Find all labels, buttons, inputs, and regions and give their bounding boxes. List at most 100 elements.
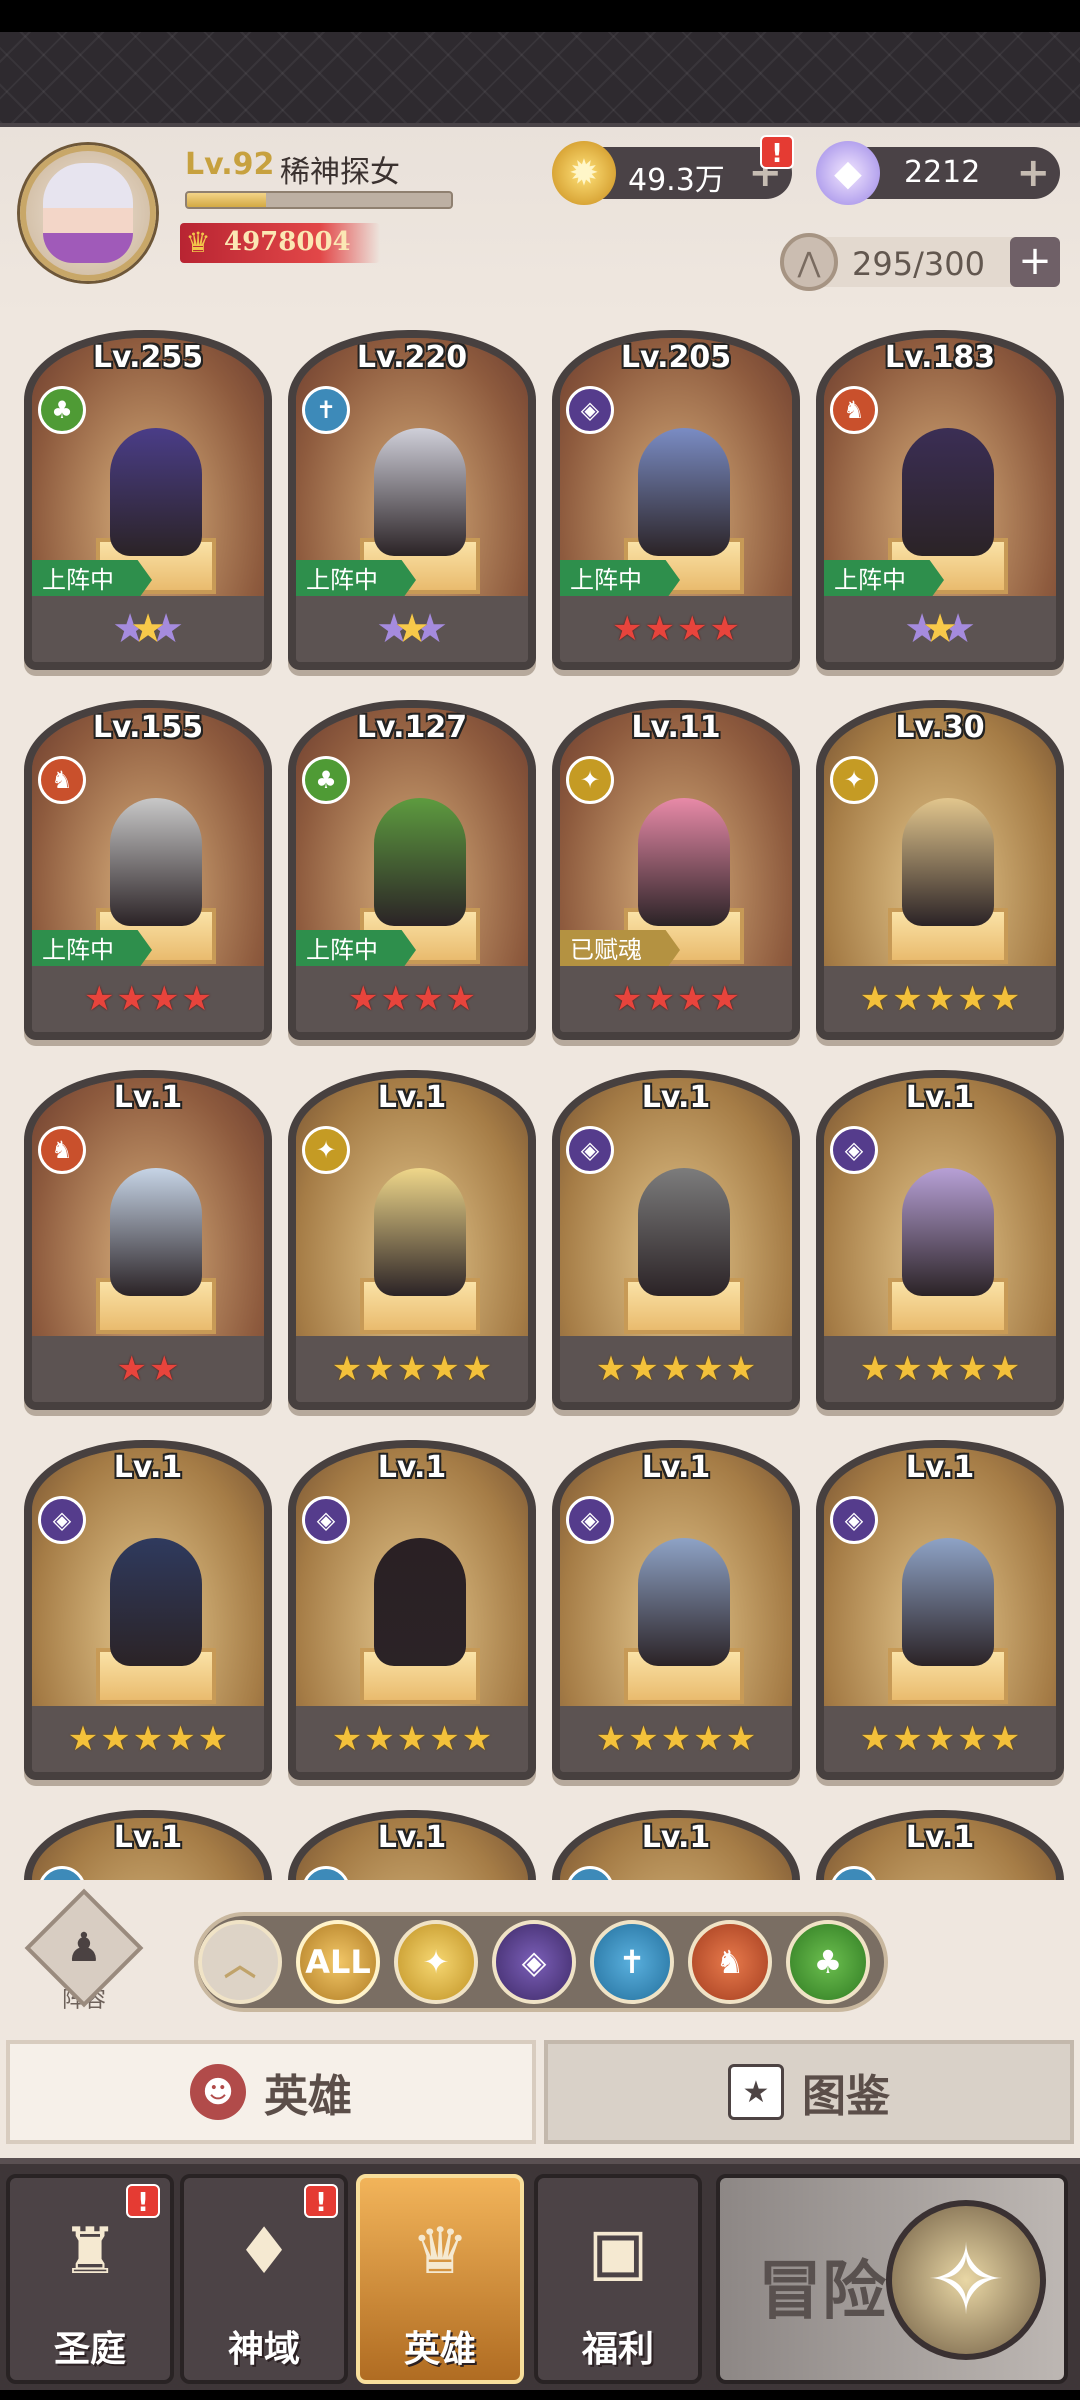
hero-level: Lv.1 <box>377 1080 447 1115</box>
star-icon: ★ <box>989 979 1021 1019</box>
hero-level: Lv.255 <box>92 340 204 375</box>
hero-portrait <box>374 428 466 556</box>
star-icon: ★ <box>67 1719 99 1759</box>
tab-heroes[interactable]: ☻ 英雄 <box>6 2040 536 2144</box>
player-avatar[interactable] <box>20 145 156 281</box>
dark-faction-icon: ◈ <box>566 1496 614 1544</box>
expand-slots-button[interactable]: + <box>1010 237 1060 287</box>
hero-card[interactable]: Lv.1 ◈ ★ ★ ★ ★ ★ <box>552 1440 800 1780</box>
hero-card[interactable]: Lv.1 ♞ ★ ★ <box>24 1070 272 1410</box>
star-icon: ★ <box>859 1719 891 1759</box>
hero-card[interactable]: Lv.1 ◈ ★ ★ ★ ★ ★ <box>24 1440 272 1780</box>
star-icon: ★ <box>693 1349 724 1389</box>
tab-codex[interactable]: ★ 图鉴 <box>544 2040 1074 2144</box>
star-book-icon: ★ <box>728 2064 784 2120</box>
star-icon: ★ <box>181 979 212 1019</box>
hero-level: Lv.1 <box>641 1820 711 1855</box>
hero-portrait <box>110 798 202 926</box>
star-icon: ★ <box>197 1719 229 1759</box>
star-icon: ★ <box>149 1349 180 1389</box>
combat-power: ♛ 4978004 <box>180 223 380 263</box>
dark-faction-icon: ◈ <box>566 1126 614 1174</box>
hero-card[interactable]: Lv.205 ◈ 上阵中 ★ ★ ★ ★ <box>552 330 800 670</box>
filter-light-button[interactable]: ✦ <box>394 1920 478 2004</box>
hero-card[interactable]: Lv.1 ✦ ★ ★ ★ ★ ★ <box>288 1070 536 1410</box>
hero-card[interactable]: Lv.1✝ <box>816 1810 1064 1880</box>
divine-alert-badge: ! <box>304 2184 338 2218</box>
hero-card[interactable]: Lv.1 ◈ ★ ★ ★ ★ ★ <box>288 1440 536 1780</box>
filter-holy-button[interactable]: ✝ <box>590 1920 674 2004</box>
filter-dark-button[interactable]: ◈ <box>492 1920 576 2004</box>
star-icon: ★ <box>595 1349 627 1389</box>
light-faction-icon: ✦ <box>830 756 878 804</box>
hero-stars: ★ ★ ★ ★ ★ <box>296 1336 528 1402</box>
star-icon: ★ <box>380 979 411 1019</box>
hero-card[interactable]: Lv.1 ◈ ★ ★ ★ ★ ★ <box>816 1440 1064 1780</box>
hero-card[interactable]: Lv.1✝ <box>24 1810 272 1880</box>
star-icon: ★ <box>612 609 643 649</box>
star-icon: ★ <box>677 979 708 1019</box>
lineup-button[interactable]: ♟ 阵容 <box>24 1888 144 2016</box>
hero-status-tag: 已赋魂 <box>560 930 680 970</box>
bottom-nav: ♜ 圣庭 ! ♦ 神域 ! ♛ 英雄 ▣ 福利 冒险 ✧ <box>0 2158 1080 2400</box>
star-icon: ★ <box>709 609 740 649</box>
star-icon: ★ <box>445 979 476 1019</box>
hero-card[interactable]: Lv.220 ✝ 上阵中 ★ <box>288 330 536 670</box>
hero-card[interactable]: Lv.155 ♞ 上阵中 ★ ★ ★ ★ <box>24 700 272 1040</box>
hero-card[interactable]: Lv.183 ♞ 上阵中 ★ <box>816 330 1064 670</box>
hero-card[interactable]: Lv.30 ✦ ★ ★ ★ ★ ★ <box>816 700 1064 1040</box>
adventure-label: 冒险 <box>758 2255 886 2329</box>
hero-level: Lv.1 <box>905 1080 975 1115</box>
star-icon: ★ <box>644 609 675 649</box>
nav-heroes[interactable]: ♛ 英雄 <box>356 2174 524 2384</box>
star-icon: ★ <box>331 1719 363 1759</box>
hero-level: Lv.1 <box>641 1450 711 1485</box>
hero-level: Lv.1 <box>377 1820 447 1855</box>
star-icon: ★ <box>348 979 379 1019</box>
bottom-gesture-bar <box>0 2390 1080 2400</box>
hero-card[interactable]: Lv.1✝ <box>288 1810 536 1880</box>
hero-card[interactable]: Lv.1 ◈ ★ ★ ★ ★ ★ <box>552 1070 800 1410</box>
hero-card[interactable]: Lv.11 ✦ 已赋魂 ★ ★ ★ ★ <box>552 700 800 1040</box>
nav-welfare[interactable]: ▣ 福利 <box>534 2174 702 2384</box>
wolf-faction-icon: ♞ <box>715 1943 745 1981</box>
star-icon: ★ <box>84 979 115 1019</box>
star-icon: ★ <box>924 979 956 1019</box>
hero-level: Lv.155 <box>92 710 204 745</box>
star-icon: ★ <box>644 979 675 1019</box>
dark-faction-icon: ◈ <box>830 1496 878 1544</box>
hero-level: Lv.220 <box>356 340 468 375</box>
hero-card[interactable]: Lv.127 ♣ 上阵中 ★ ★ ★ ★ <box>288 700 536 1040</box>
hero-card[interactable]: Lv.1✝ <box>552 1810 800 1880</box>
gold-coin-icon: ✹ <box>552 141 616 205</box>
star-icon: ★ <box>957 1719 988 1759</box>
top-banner <box>0 32 1080 127</box>
hero-status-tag: 上阵中 <box>560 560 680 600</box>
diamond-icon: ◆ <box>816 141 880 205</box>
crystal-icon: ♦ <box>235 2215 293 2289</box>
fire-faction-icon: ♞ <box>38 756 86 804</box>
star-icon: ★ <box>859 1349 891 1389</box>
gold-value: 49.3万 <box>628 163 725 198</box>
collapse-filter-button[interactable]: ︿ <box>198 1920 282 2004</box>
filter-fire-button[interactable]: ♞ <box>688 1920 772 2004</box>
filter-nature-button[interactable]: ♣ <box>786 1920 870 2004</box>
hero-stars: ★ ★ ★ ★ <box>32 966 264 1032</box>
hero-tabs: ☻ 英雄 ★ 图鉴 <box>0 2040 1080 2150</box>
hero-card[interactable]: Lv.1 ◈ ★ ★ ★ ★ ★ <box>816 1070 1064 1410</box>
dark-faction-icon: ◈ <box>302 1496 350 1544</box>
courtyard-alert-badge: ! <box>126 2184 160 2218</box>
hero-portrait <box>110 428 202 556</box>
hero-portrait <box>110 1168 202 1296</box>
adventure-button[interactable]: 冒险 ✧ <box>716 2174 1068 2384</box>
star-icon: ★ <box>922 606 958 652</box>
add-gems-button[interactable]: + <box>1016 153 1050 193</box>
nav-welfare-label: 福利 <box>581 2329 654 2370</box>
star-icon: ★ <box>132 1719 164 1759</box>
filter-all-button[interactable]: ALL <box>296 1920 380 2004</box>
hero-card[interactable]: Lv.255 ♣ 上阵中 ★ <box>24 330 272 670</box>
star-icon: ★ <box>892 979 923 1019</box>
hero-portrait <box>638 798 730 926</box>
avatar-image <box>43 163 133 263</box>
star-icon: ★ <box>149 979 180 1019</box>
